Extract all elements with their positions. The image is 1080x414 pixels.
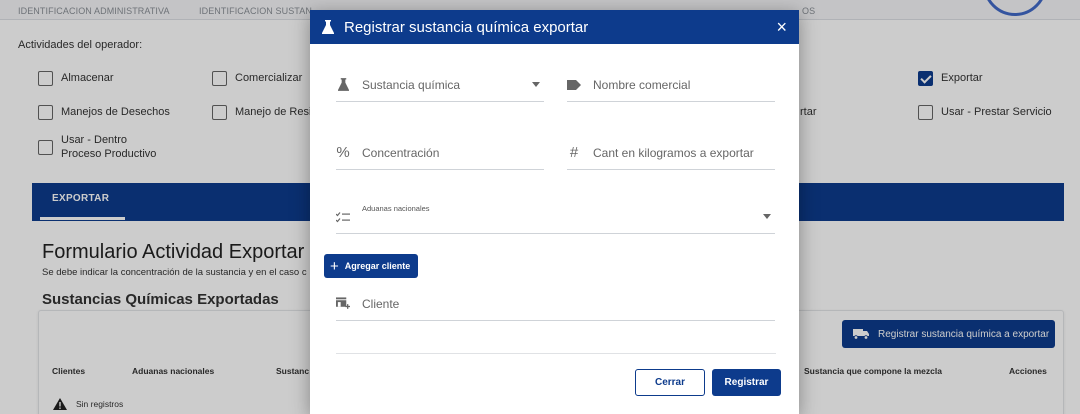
sustancia-quimica-select[interactable]: Sustancia química — [336, 68, 544, 102]
modal-footer-divider — [336, 353, 776, 354]
field-label: Sustancia química — [362, 77, 461, 92]
cerrar-button[interactable]: Cerrar — [635, 369, 705, 396]
close-icon[interactable]: × — [776, 16, 787, 38]
client-add-icon — [336, 297, 350, 310]
cantidad-kilogramos-input[interactable]: # Cant en kilogramos a exportar — [567, 136, 775, 170]
checklist-icon — [336, 211, 350, 223]
field-label: Cliente — [362, 296, 400, 311]
modal-title: Registrar sustancia química exportar — [344, 18, 589, 36]
cliente-input[interactable]: Cliente — [336, 287, 775, 321]
plus-icon: + — [330, 257, 339, 275]
registrar-button[interactable]: Registrar — [712, 369, 781, 396]
flask-icon — [322, 20, 334, 34]
concentracion-input[interactable]: % Concentración — [336, 136, 544, 170]
field-label: Concentración — [362, 145, 440, 160]
chevron-down-icon[interactable] — [532, 82, 540, 87]
aduanas-floating-label: Aduanas nacionales — [362, 204, 430, 213]
agregar-cliente-label: Agregar cliente — [344, 261, 411, 271]
agregar-cliente-button[interactable]: + Agregar cliente — [324, 254, 418, 278]
field-label: Cant en kilogramos a exportar — [593, 145, 754, 160]
nombre-comercial-input[interactable]: Nombre comercial — [567, 68, 775, 102]
chevron-down-icon[interactable] — [763, 214, 771, 219]
tag-icon — [567, 79, 581, 90]
percent-icon: % — [336, 144, 350, 161]
flask-icon — [336, 78, 350, 91]
modal-header: Registrar sustancia química exportar — [310, 10, 799, 44]
field-label: Nombre comercial — [593, 77, 691, 92]
hash-icon: # — [569, 144, 579, 161]
